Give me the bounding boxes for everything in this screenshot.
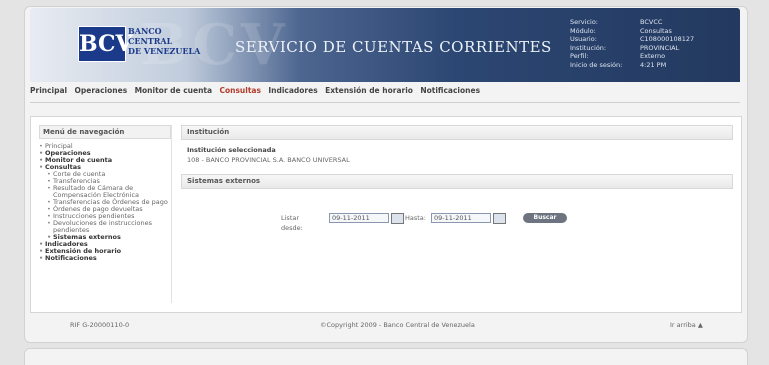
main-area: Institución Institución seleccionada 108… xyxy=(181,125,733,232)
nav-monitor-de-cuenta[interactable]: Monitor de cuenta xyxy=(135,86,213,95)
nav-operaciones[interactable]: Operaciones xyxy=(75,86,128,95)
bank-name: BANCO CENTRAL DE VENEZUELA xyxy=(128,26,201,56)
content-panel: Menú de navegación PrincipalOperacionesM… xyxy=(30,116,742,313)
from-date-input[interactable]: 09-11-2011 xyxy=(329,213,389,223)
sidebar: Menú de navegación PrincipalOperacionesM… xyxy=(39,125,172,303)
to-calendar-icon[interactable] xyxy=(493,213,506,224)
from-label: Listar desde: xyxy=(281,214,303,232)
session-labels: Servicio: Módulo: Usuario: Institución: … xyxy=(570,18,623,69)
sidebar-title: Menú de navegación xyxy=(39,125,171,139)
header-banner: BCV BCV BANCO CENTRAL DE VENEZUELA SERVI… xyxy=(30,8,740,82)
search-button[interactable]: Buscar xyxy=(523,213,567,223)
chevron-up-icon: ▲ xyxy=(697,321,703,329)
sidebar-item[interactable]: Resultado de Cámara de Compensación Elec… xyxy=(39,185,171,199)
institution-selected-label: Institución seleccionada xyxy=(187,146,276,154)
institution-header: Institución xyxy=(181,125,733,140)
back-to-top-link[interactable]: Ir arriba ▲ xyxy=(670,321,703,329)
sidebar-item[interactable]: Devoluciones de instrucciones pendientes xyxy=(39,220,171,234)
bcv-logo: BCV xyxy=(78,26,133,62)
sidebar-item[interactable]: Notificaciones xyxy=(39,255,171,263)
nav-indicadores[interactable]: Indicadores xyxy=(268,86,317,95)
institution-selected-value: 108 - BANCO PROVINCIAL S.A. BANCO UNIVER… xyxy=(187,156,350,164)
main-nav: Principal Operaciones Monitor de cuenta … xyxy=(30,86,740,100)
footer-rif: RIF G-20000110-0 xyxy=(70,321,130,329)
session-values: BCVCC Consultas C108000108127 PROVINCIAL… xyxy=(640,18,695,69)
footer: RIF G-20000110-0 ©Copyright 2009 - Banco… xyxy=(30,318,740,332)
nav-consultas[interactable]: Consultas xyxy=(219,86,260,95)
nav-extension-de-horario[interactable]: Extensión de horario xyxy=(325,86,413,95)
external-systems-header: Sistemas externos xyxy=(181,174,733,189)
nav-notificaciones[interactable]: Notificaciones xyxy=(420,86,480,95)
sidebar-menu: PrincipalOperacionesMonitor de cuentaCon… xyxy=(39,143,171,263)
service-title: SERVICIO DE CUENTAS CORRIENTES xyxy=(235,38,552,56)
nav-principal[interactable]: Principal xyxy=(30,86,67,95)
bottom-panel xyxy=(24,348,748,365)
footer-copyright: ©Copyright 2009 - Banco Central de Venez… xyxy=(320,321,475,329)
to-label: Hasta: xyxy=(405,214,426,222)
to-date-input[interactable]: 09-11-2011 xyxy=(431,213,491,223)
from-calendar-icon[interactable] xyxy=(391,213,404,224)
nav-divider xyxy=(30,102,740,103)
